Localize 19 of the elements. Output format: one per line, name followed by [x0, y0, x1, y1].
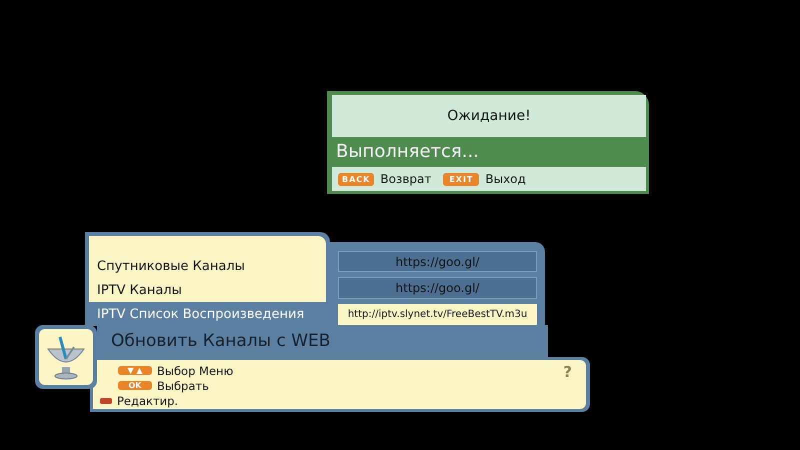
remote-key: EXIT	[443, 172, 480, 186]
status-text: Выполняется...	[335, 140, 480, 164]
menu-item[interactable]: Спутниковые Каналы	[89, 254, 326, 278]
remote-key: OK	[118, 381, 152, 390]
key-label: Выбор Меню	[157, 364, 234, 378]
key-label: Редактир.	[117, 394, 178, 408]
url-field[interactable]: https://goo.gl/	[338, 251, 537, 272]
key-label: Возврат	[380, 172, 432, 186]
key-label: Выбрать	[157, 378, 209, 392]
key-label: Выход	[485, 172, 526, 186]
url-field[interactable]: http://iptv.slynet.tv/FreeBestTV.m3u	[338, 304, 537, 325]
menu-item[interactable]: IPTV Список Воспроизведения	[89, 302, 326, 326]
help-glyph: ?	[563, 363, 572, 381]
remote-key: ▼ ▲	[118, 366, 152, 375]
remote-key: BACK	[338, 172, 374, 186]
menu-item[interactable]: IPTV Каналы	[89, 278, 326, 302]
menu-title: Обновить Каналы с WEB	[97, 325, 548, 357]
url-field[interactable]: https://goo.gl/	[338, 277, 537, 299]
dialog-title: Ожидание!	[332, 95, 646, 137]
